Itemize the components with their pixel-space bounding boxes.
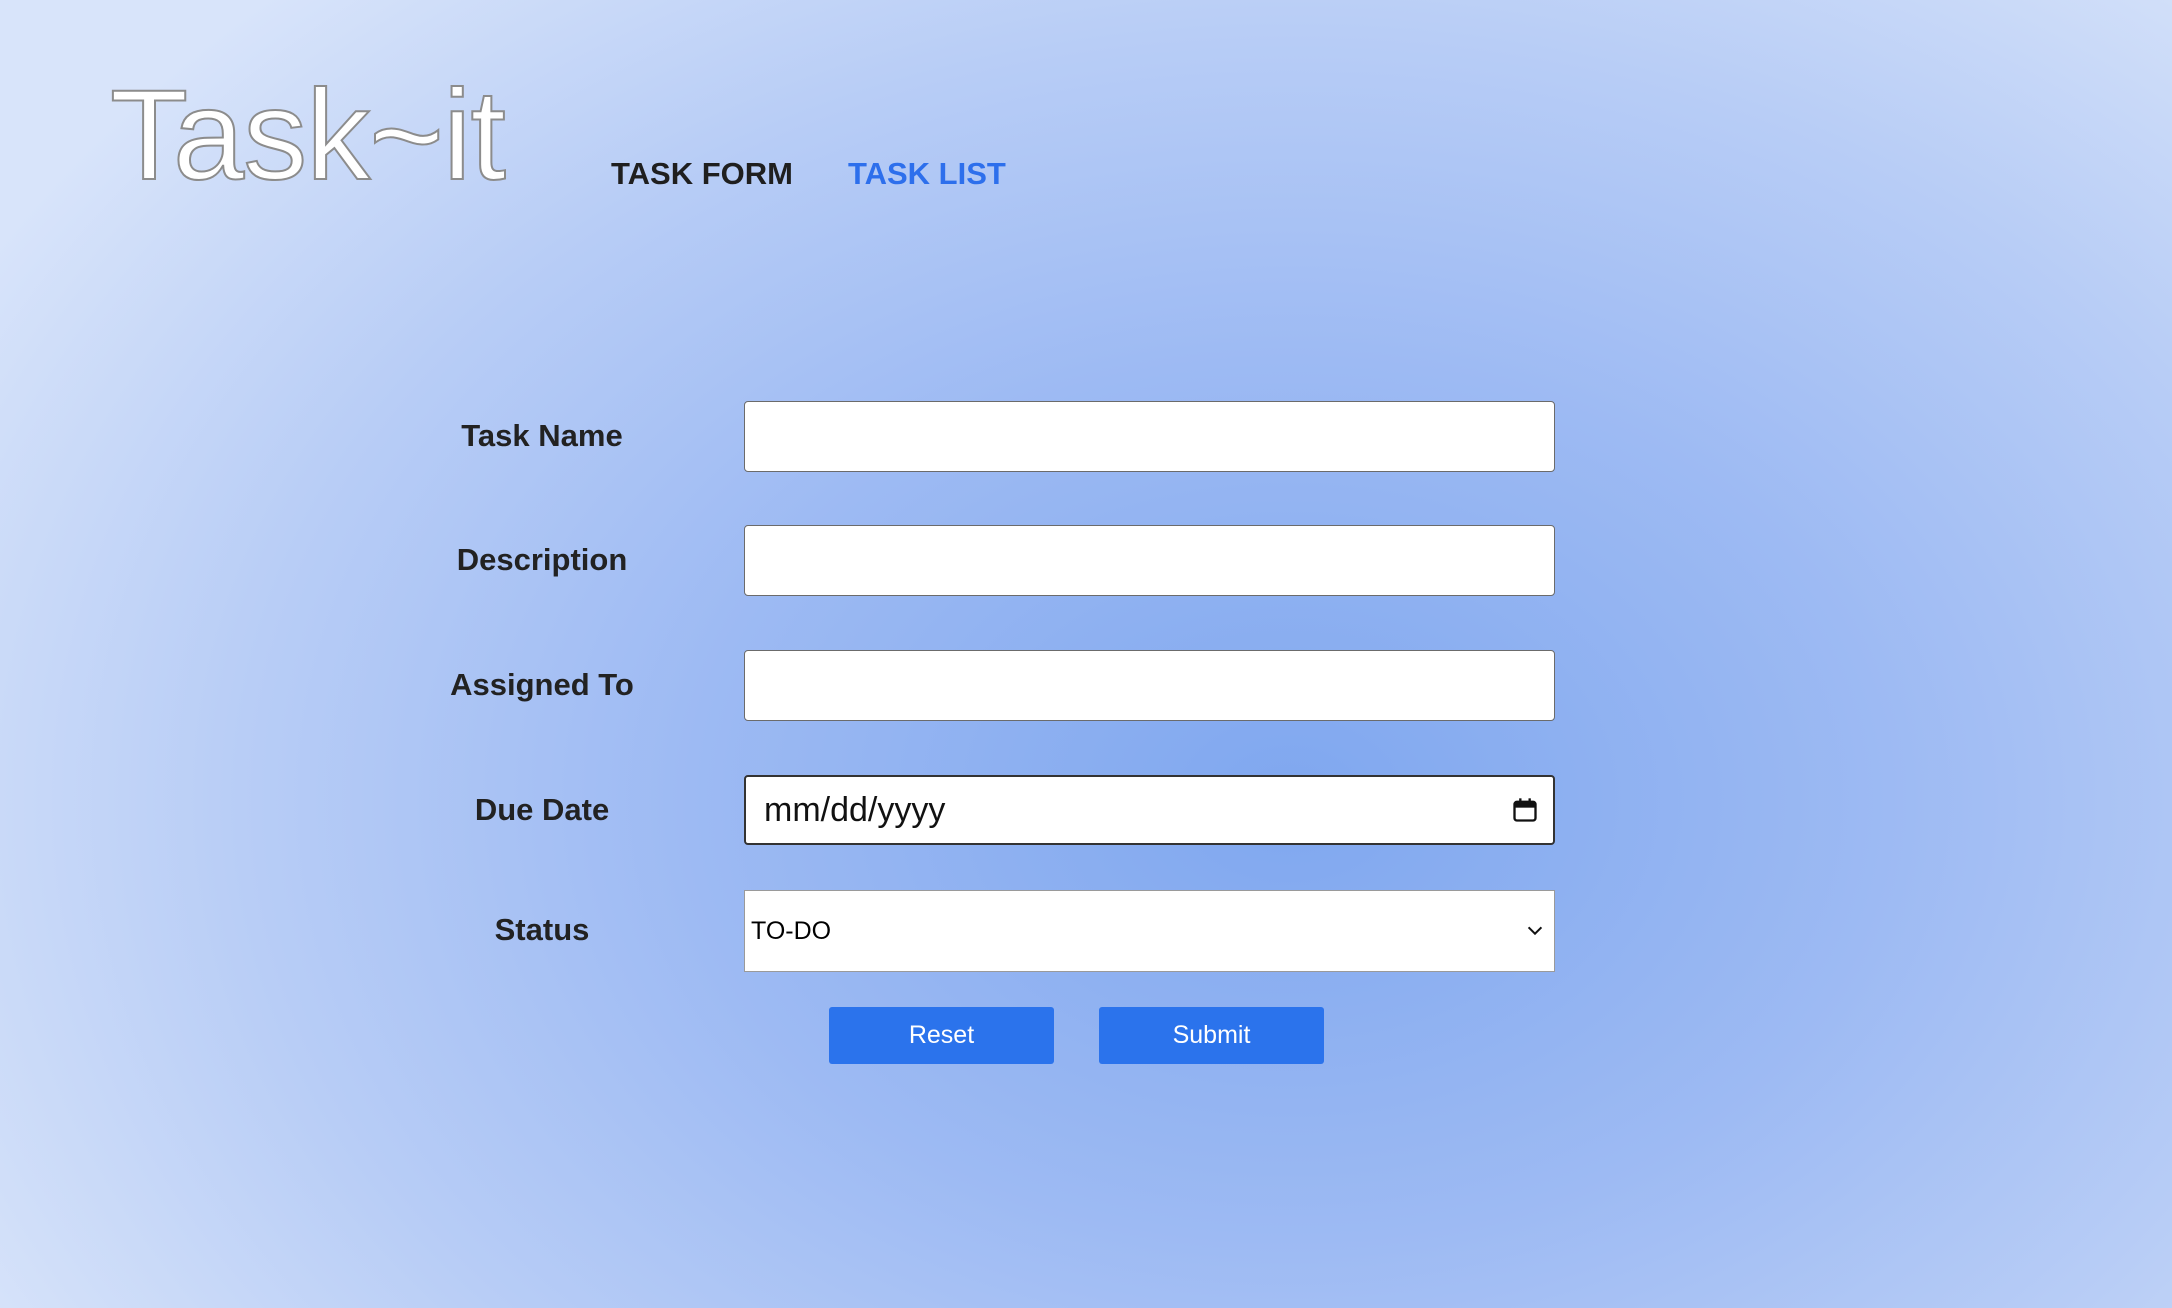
app-logo: Task~it xyxy=(109,64,507,207)
task-name-input[interactable] xyxy=(744,401,1555,472)
assigned-to-label: Assigned To xyxy=(450,667,634,702)
nav-task-list[interactable]: TASK LIST xyxy=(848,156,1006,192)
description-input[interactable] xyxy=(744,525,1555,596)
status-label: Status xyxy=(494,912,590,947)
task-name-label: Task Name xyxy=(461,418,623,453)
assigned-to-input[interactable] xyxy=(744,650,1555,721)
due-date-placeholder: mm/dd/yyyy xyxy=(764,790,946,829)
due-date-input[interactable]: mm/dd/yyyy xyxy=(744,775,1555,845)
status-select-value: TO-DO xyxy=(751,916,832,945)
status-select[interactable]: TO-DO xyxy=(744,890,1555,972)
nav-task-form[interactable]: TASK FORM xyxy=(611,156,793,192)
description-label: Description xyxy=(456,542,628,577)
due-date-label: Due Date xyxy=(474,792,610,827)
calendar-icon[interactable] xyxy=(1511,796,1539,824)
main-nav: TASK FORM TASK LIST xyxy=(611,156,1006,192)
reset-button[interactable]: Reset xyxy=(829,1007,1054,1064)
chevron-down-icon xyxy=(1527,926,1543,936)
submit-button[interactable]: Submit xyxy=(1099,1007,1324,1064)
